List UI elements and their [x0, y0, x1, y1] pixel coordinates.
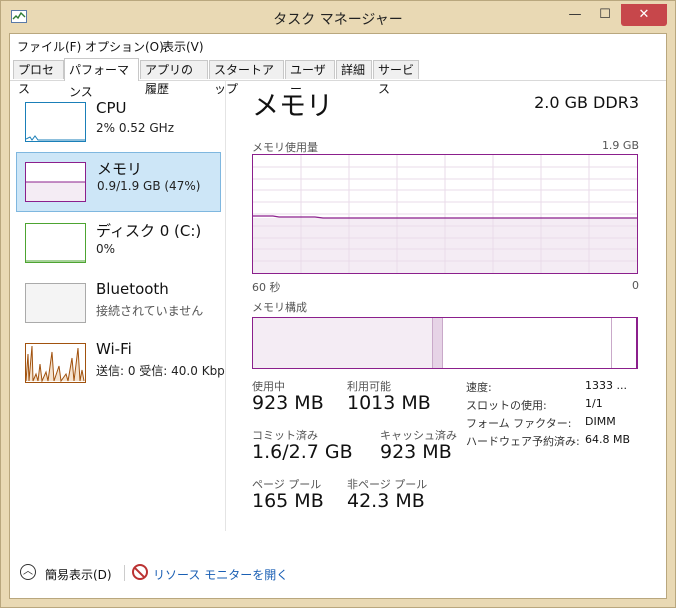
maximize-button[interactable]: ☐: [591, 4, 619, 26]
performance-pane: CPU 2% 0.52 GHz メモリ 0.9/1.9 GB (47%) ディス…: [10, 81, 666, 551]
open-resource-monitor-link[interactable]: リソース モニターを開く: [153, 566, 288, 583]
menu-bar: ファイル(F) オプション(O) 表示(V): [10, 34, 666, 56]
menu-options[interactable]: オプション(O): [85, 38, 164, 55]
detail-label-hardware-reserved: ハードウェア予約済み:: [466, 435, 580, 448]
composition-segment-modified: [433, 318, 444, 368]
tab-app-history[interactable]: アプリの履歴: [140, 60, 208, 96]
composition-segment-in-use: [253, 318, 434, 368]
menu-view[interactable]: 表示(V): [162, 38, 204, 55]
usage-chart-label: メモリ使用量: [252, 141, 318, 154]
minimize-button[interactable]: —: [561, 4, 589, 26]
memory-thumbnail: [25, 162, 86, 202]
sidebar-item-detail: 2% 0.52 GHz: [96, 121, 175, 135]
detail-value-hardware-reserved: 64.8 MB: [585, 433, 631, 446]
sidebar-item-detail: 0.9/1.9 GB (47%): [97, 179, 201, 193]
detail-value-speed: 1333 ...: [585, 379, 627, 392]
stat-value-available: 1013 MB: [347, 392, 431, 414]
sidebar-item-wifi[interactable]: Wi-Fi 送信: 0 受信: 40.0 Kbp: [16, 340, 225, 401]
sidebar-item-disk[interactable]: ディスク 0 (C:) 0%: [16, 222, 221, 281]
tab-performance[interactable]: パフォーマンス: [64, 58, 139, 99]
close-button[interactable]: ✕: [621, 4, 667, 26]
detail-label-slots: スロットの使用:: [466, 399, 547, 412]
sidebar-item-label: Bluetooth: [96, 280, 169, 298]
task-manager-window: タスク マネージャー — ☐ ✕ ファイル(F) オプション(O) 表示(V) …: [0, 0, 676, 608]
sidebar-divider: [225, 81, 226, 531]
composition-segment-free: [612, 318, 637, 368]
sidebar-item-label: メモリ: [97, 160, 143, 178]
composition-segment-standby: [443, 318, 613, 368]
tab-startup[interactable]: スタートアップ: [209, 60, 284, 96]
bluetooth-thumbnail: [25, 283, 86, 323]
detail-value-slots: 1/1: [585, 397, 603, 410]
tab-users[interactable]: ユーザー: [285, 60, 335, 96]
tab-processes[interactable]: プロセス: [13, 60, 64, 96]
detail-value-form-factor: DIMM: [585, 415, 616, 428]
sidebar-item-detail: 0%: [96, 242, 116, 256]
sidebar-item-label: ディスク 0 (C:): [96, 222, 202, 240]
usage-chart-max: 1.9 GB: [601, 139, 639, 152]
memory-composition-bar: [252, 317, 638, 369]
stat-value-paged-pool: 165 MB: [252, 490, 324, 512]
sidebar-item-detail: 送信: 0 受信: 40.0 Kbp: [96, 364, 225, 378]
detail-label-speed: 速度:: [466, 381, 492, 394]
tab-details[interactable]: 詳細: [336, 60, 372, 79]
footer-divider: [124, 565, 125, 581]
cpu-thumbnail: [25, 102, 86, 142]
chart-axis-start: 60 秒: [252, 281, 281, 294]
stat-value-in-use: 923 MB: [252, 392, 324, 414]
composition-label: メモリ構成: [252, 301, 307, 314]
detail-label-form-factor: フォーム ファクター:: [466, 417, 572, 430]
client-area: ファイル(F) オプション(O) 表示(V) プロセス パフォーマンス アプリの…: [9, 33, 667, 599]
title-bar[interactable]: タスク マネージャー — ☐ ✕: [1, 1, 675, 33]
menu-file[interactable]: ファイル(F): [17, 38, 81, 55]
sidebar-item-detail: 接続されていません: [96, 304, 204, 318]
tab-services[interactable]: サービス: [373, 60, 419, 96]
wifi-thumbnail: [25, 343, 86, 383]
resource-monitor-icon[interactable]: [132, 564, 148, 580]
sidebar-item-bluetooth[interactable]: Bluetooth 接続されていません: [16, 280, 221, 341]
stat-value-cached: 923 MB: [380, 441, 452, 463]
stat-value-committed: 1.6/2.7 GB: [252, 441, 353, 463]
fewer-details-button[interactable]: 簡易表示(D): [45, 566, 112, 583]
memory-spec: 2.0 GB DDR3: [534, 93, 639, 112]
stat-value-nonpaged-pool: 42.3 MB: [347, 490, 425, 512]
page-title: メモリ: [252, 91, 333, 122]
chart-axis-end: 0: [632, 279, 639, 292]
chevron-up-icon[interactable]: ︿: [20, 564, 36, 580]
disk-thumbnail: [25, 223, 86, 263]
footer-bar: ︿ 簡易表示(D) リソース モニターを開く: [10, 552, 666, 598]
sidebar-item-memory[interactable]: メモリ 0.9/1.9 GB (47%): [16, 152, 221, 212]
sidebar-item-label: Wi-Fi: [96, 340, 132, 358]
sidebar-item-label: CPU: [96, 99, 127, 117]
tab-strip: プロセス パフォーマンス アプリの履歴 スタートアップ ユーザー 詳細 サービス: [10, 58, 666, 99]
memory-usage-chart: [252, 154, 638, 274]
